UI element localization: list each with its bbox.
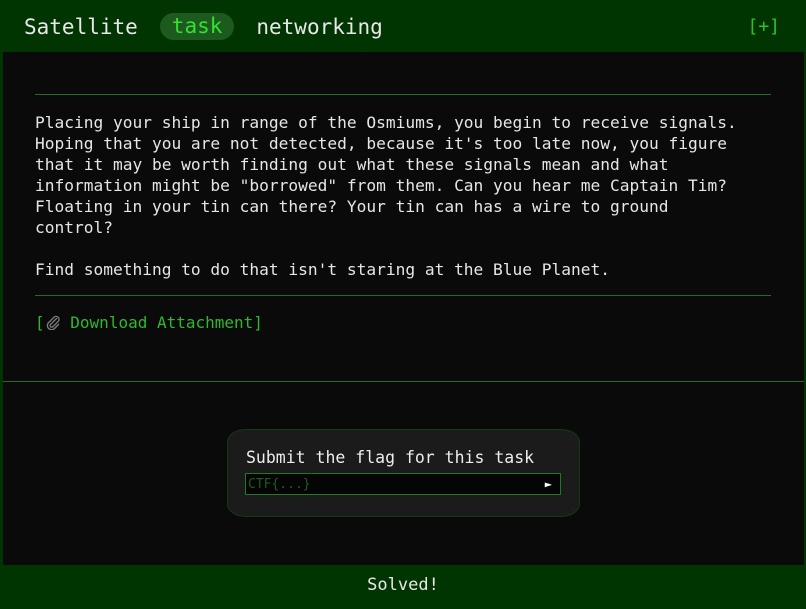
- title-word-task: task: [159, 13, 235, 40]
- expand-button[interactable]: [+]: [747, 16, 780, 37]
- submit-flag-label: Submit the flag for this task: [246, 448, 535, 467]
- task-description: Placing your ship in range of the Osmium…: [35, 113, 737, 279]
- flag-submit-box: Submit the flag for this task ►: [228, 430, 579, 516]
- flag-input-row: ►: [245, 473, 561, 495]
- download-attachment-link[interactable]: [ Download Attachment]: [35, 313, 263, 332]
- paperclip-icon: [45, 313, 61, 332]
- solved-status-bar: Solved!: [0, 565, 806, 609]
- attachment-open-bracket: [: [35, 313, 45, 332]
- solved-status-text: Solved!: [367, 575, 439, 595]
- task-panel: Placing your ship in range of the Osmium…: [3, 52, 804, 565]
- bottom-rule: [35, 295, 771, 296]
- submit-arrow-button[interactable]: ►: [545, 475, 552, 493]
- flag-input[interactable]: [246, 474, 534, 494]
- section-divider: [3, 381, 804, 382]
- top-rule: [35, 94, 771, 95]
- task-title: Satellite task networking: [24, 13, 383, 40]
- attachment-label: Download Attachment]: [70, 313, 263, 332]
- title-word-satellite: Satellite: [24, 14, 138, 39]
- task-window: Satellite task networking [+] Placing yo…: [0, 0, 806, 609]
- task-header: Satellite task networking [+]: [0, 0, 806, 52]
- title-word-networking: networking: [256, 14, 383, 39]
